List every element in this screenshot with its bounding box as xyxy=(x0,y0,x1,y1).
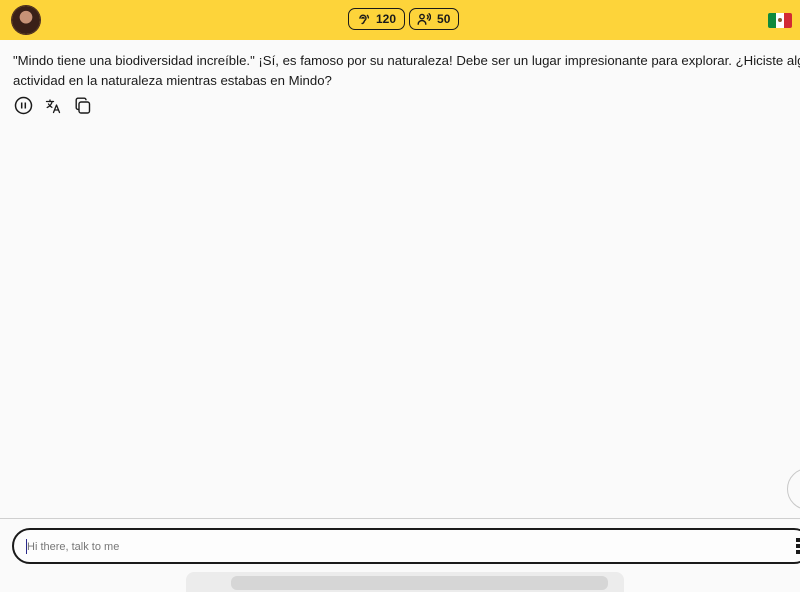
speak-count: 50 xyxy=(437,12,451,26)
copy-icon xyxy=(74,97,92,120)
avatar[interactable] xyxy=(12,6,40,34)
message-actions xyxy=(13,96,93,120)
listen-count: 120 xyxy=(376,12,397,26)
message-line-2: actividad en la naturaleza mientras esta… xyxy=(13,73,332,88)
listen-count-badge[interactable]: 120 xyxy=(348,8,406,30)
address-bar[interactable] xyxy=(231,576,608,590)
divider xyxy=(0,518,800,519)
stats-group: 120 50 xyxy=(348,8,460,30)
speak-count-badge[interactable]: 50 xyxy=(409,8,460,30)
chat-input[interactable] xyxy=(27,538,727,556)
scroll-down-button[interactable] xyxy=(787,468,800,510)
speaking-person-icon xyxy=(417,12,432,26)
translate-icon xyxy=(45,98,61,119)
chat-composer xyxy=(12,528,800,564)
pause-icon xyxy=(14,96,33,120)
send-icon[interactable] xyxy=(796,538,800,554)
bottom-toolbar xyxy=(186,572,624,592)
top-bar: 120 50 xyxy=(0,0,800,40)
mexico-flag-icon[interactable] xyxy=(768,13,792,28)
message-line-1: "Mindo tiene una biodiversidad increíble… xyxy=(13,53,800,68)
translate-button[interactable] xyxy=(43,98,63,118)
assistant-message: "Mindo tiene una biodiversidad increíble… xyxy=(13,51,800,91)
ear-icon xyxy=(356,12,370,26)
copy-button[interactable] xyxy=(73,97,93,120)
pause-button[interactable] xyxy=(13,96,33,120)
text-cursor xyxy=(26,539,27,554)
